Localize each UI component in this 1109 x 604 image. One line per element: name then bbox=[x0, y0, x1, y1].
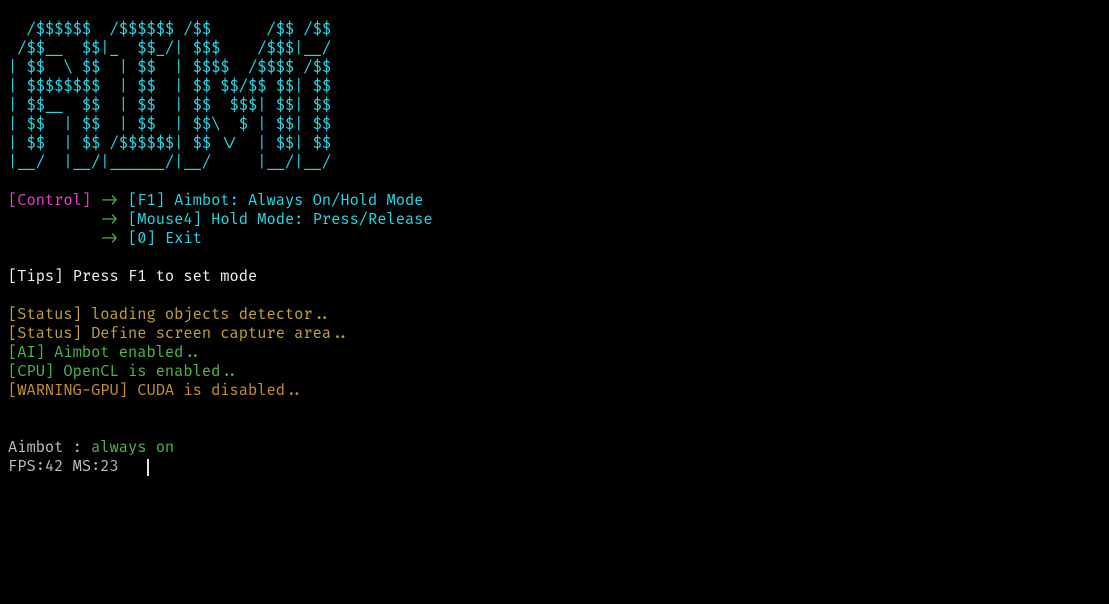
tips-line: [Tips] Press F1 to set mode bbox=[8, 267, 257, 286]
control-key-mouse4: [Mouse4] bbox=[128, 210, 202, 229]
cursor-icon bbox=[147, 459, 149, 476]
control-desc: Aimbot: Always On/Hold Mode bbox=[165, 191, 423, 210]
control-header: [Control] bbox=[8, 191, 91, 210]
arrow-icon: -> bbox=[91, 191, 128, 210]
arrow-icon: -> bbox=[8, 210, 128, 229]
control-desc: Hold Mode: Press/Release bbox=[202, 210, 433, 229]
control-key-f1: [F1] bbox=[128, 191, 165, 210]
arrow-icon: -> bbox=[8, 229, 128, 248]
ascii-logo: /$$$$$$ /$$$$$$ /$$ /$$ /$$ /$$__ $$|_ $… bbox=[8, 20, 331, 172]
status-cpu: [CPU] OpenCL is enabled.. bbox=[8, 362, 239, 381]
aimbot-label: Aimbot : bbox=[8, 438, 91, 457]
status-ai: [AI] Aimbot enabled.. bbox=[8, 343, 202, 362]
fps-counter: FPS:42 MS:23 bbox=[8, 457, 146, 476]
status-gpu-warning: [WARNING-GPU] CUDA is disabled.. bbox=[8, 381, 303, 400]
status-define: [Status] Define screen capture area.. bbox=[8, 324, 350, 343]
status-loading: [Status] loading objects detector.. bbox=[8, 305, 331, 324]
terminal-output: /$$$$$$ /$$$$$$ /$$ /$$ /$$ /$$__ $$|_ $… bbox=[8, 20, 1101, 476]
control-key-exit: [0] bbox=[128, 229, 156, 248]
aimbot-value: always on bbox=[91, 438, 174, 457]
control-desc: Exit bbox=[156, 229, 202, 248]
